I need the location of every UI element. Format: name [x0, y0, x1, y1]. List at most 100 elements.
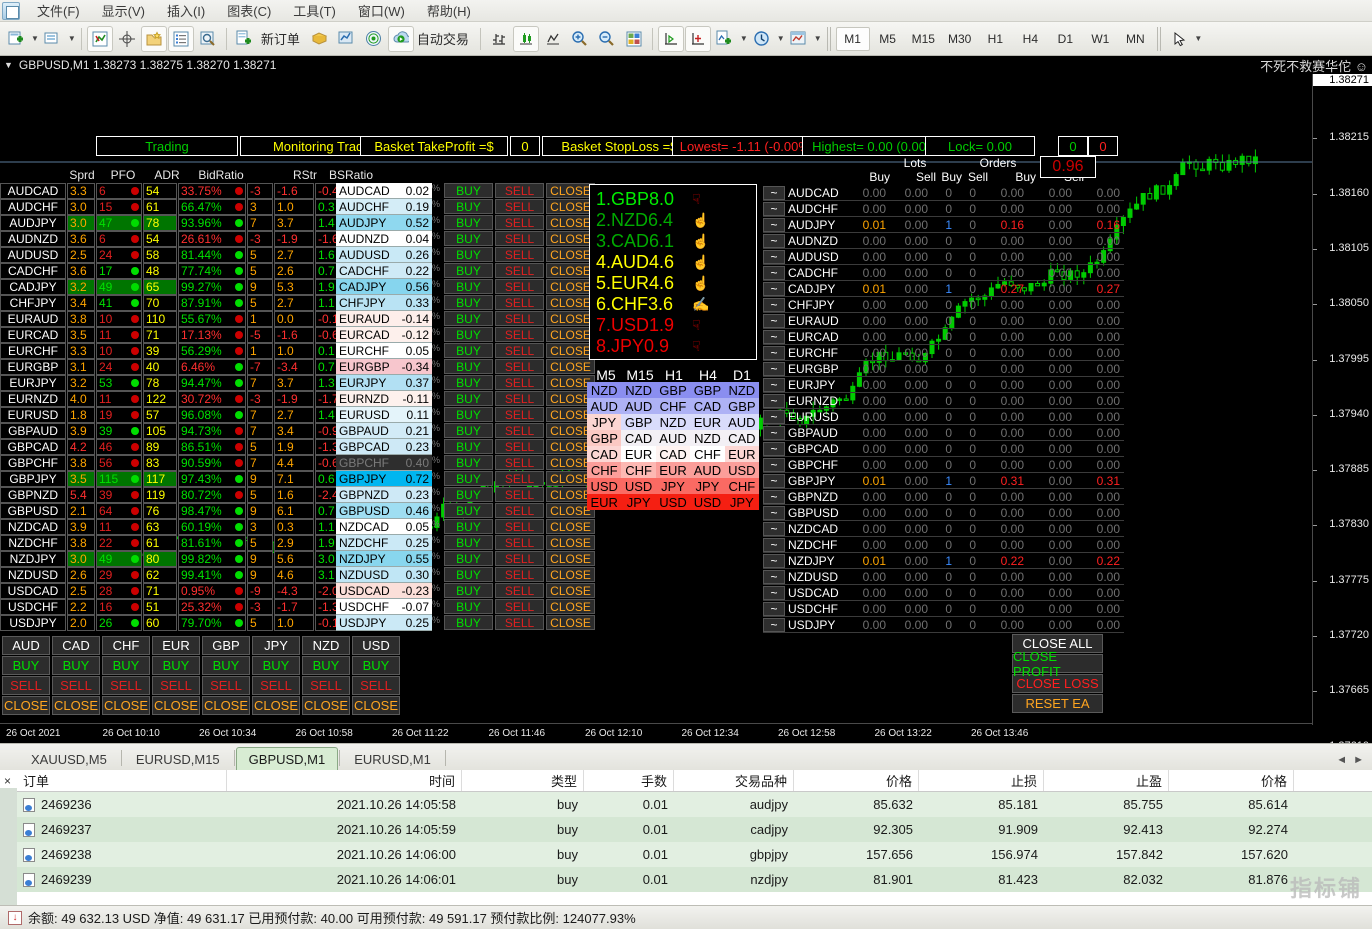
timeframe-mn[interactable]: MN: [1118, 27, 1152, 51]
orders-row[interactable]: ~ USDCHF 0.00 0.00 0 0 0.00 0.00 0.00: [763, 601, 1124, 617]
orders-toggle-icon[interactable]: ~: [763, 233, 785, 248]
zoom-out-icon[interactable]: [594, 26, 620, 52]
row-sell-button[interactable]: SELL: [495, 375, 544, 390]
row-sell-button[interactable]: SELL: [495, 615, 544, 630]
ea-header-cell[interactable]: 0: [510, 136, 540, 156]
analytics-row[interactable]: EURCHF 3.3 10 39 56.29% 1 1.0 0.1: [0, 343, 376, 359]
orders-toggle-icon[interactable]: ~: [763, 505, 785, 520]
row-close-button[interactable]: CLOSE: [546, 327, 595, 342]
row-sell-button[interactable]: SELL: [495, 551, 544, 566]
add-indicator-icon[interactable]: [712, 26, 738, 52]
orders-toggle-icon[interactable]: ~: [763, 617, 785, 632]
menu-item-view[interactable]: 显示(V): [91, 0, 156, 22]
row-sell-button[interactable]: SELL: [495, 583, 544, 598]
orders-toggle-icon[interactable]: ~: [763, 185, 785, 200]
analytics-row[interactable]: AUDCHF 3.0 15 61 66.47% 3 1.0 0.3: [0, 199, 376, 215]
currency-buy-eur[interactable]: BUY: [152, 656, 200, 675]
currency-sell-nzd[interactable]: SELL: [302, 676, 350, 695]
row-sell-button[interactable]: SELL: [495, 567, 544, 582]
row-close-button[interactable]: CLOSE: [546, 183, 595, 198]
orders-column-header[interactable]: 价格: [794, 770, 919, 791]
profiles-icon[interactable]: [40, 26, 66, 52]
orders-row[interactable]: ~ NZDCAD 0.00 0.00 0 0 0.00 0.00 0.00: [763, 521, 1124, 537]
currency-buy-jpy[interactable]: BUY: [252, 656, 300, 675]
orders-toggle-icon[interactable]: ~: [763, 377, 785, 392]
orders-column-header[interactable]: 类型: [462, 770, 584, 791]
row-close-button[interactable]: CLOSE: [546, 311, 595, 326]
orders-toggle-icon[interactable]: ~: [763, 281, 785, 296]
currency-buy-nzd[interactable]: BUY: [302, 656, 350, 675]
orders-toggle-icon[interactable]: ~: [763, 361, 785, 376]
currency-sell-aud[interactable]: SELL: [2, 676, 50, 695]
tile-windows-icon[interactable]: [621, 26, 647, 52]
menu-item-charts[interactable]: 图表(C): [216, 0, 282, 22]
analytics-row[interactable]: AUDNZD 3.6 6 54 26.61% -3 -1.9 -1.6: [0, 231, 376, 247]
currency-sell-chf[interactable]: SELL: [102, 676, 150, 695]
orders-row[interactable]: ~ CADCHF 0.00 0.00 0 0 0.00 0.00 0.00: [763, 265, 1124, 281]
row-buy-button[interactable]: BUY: [444, 375, 493, 390]
orders-toggle-icon[interactable]: ~: [763, 393, 785, 408]
analytics-row[interactable]: USDJPY 2.0 26 60 79.70% 5 1.0 -0.1: [0, 615, 376, 631]
row-close-button[interactable]: CLOSE: [546, 215, 595, 230]
orders-row[interactable]: ~ AUDNZD 0.00 0.00 0 0 0.00 0.00 0.00: [763, 233, 1124, 249]
orders-row[interactable]: ~ NZDJPY 0.01 0.00 1 0 0.22 0.00 0.22: [763, 553, 1124, 569]
menu-item-insert[interactable]: 插入(I): [156, 0, 216, 22]
row-sell-button[interactable]: SELL: [495, 231, 544, 246]
analytics-row[interactable]: GBPCHF 3.8 56 83 90.59% 7 4.4 -0.6: [0, 455, 376, 471]
row-sell-button[interactable]: SELL: [495, 535, 544, 550]
row-close-button[interactable]: CLOSE: [546, 199, 595, 214]
new-chart-icon[interactable]: [3, 26, 29, 52]
row-buy-button[interactable]: BUY: [444, 551, 493, 566]
analytics-row[interactable]: GBPAUD 3.9 39 105 94.73% 7 3.4 -0.9: [0, 423, 376, 439]
orders-column-header[interactable]: 价格: [1169, 770, 1294, 791]
line-chart-icon[interactable]: [540, 26, 566, 52]
currency-buy-chf[interactable]: BUY: [102, 656, 150, 675]
analytics-row[interactable]: AUDJPY 3.0 47 78 93.96% 7 3.7 1.4: [0, 215, 376, 231]
profiles-dropdown-icon[interactable]: ▼: [68, 34, 76, 43]
data-window-icon[interactable]: [167, 25, 194, 52]
navigator-icon[interactable]: [195, 26, 221, 52]
orders-row[interactable]: ~ GBPCAD 0.00 0.00 0 0 0.00 0.00 0.00: [763, 441, 1124, 457]
row-sell-button[interactable]: SELL: [495, 183, 544, 198]
currency-sell-usd[interactable]: SELL: [352, 676, 400, 695]
orders-row[interactable]: ~ AUDUSD 0.00 0.00 0 0 0.00 0.00 0.00: [763, 249, 1124, 265]
currency-sell-eur[interactable]: SELL: [152, 676, 200, 695]
row-buy-button[interactable]: BUY: [444, 519, 493, 534]
chart-collapse-icon[interactable]: ▼: [4, 60, 13, 70]
auto-scroll-icon[interactable]: [684, 25, 711, 52]
row-close-button[interactable]: CLOSE: [546, 279, 595, 294]
analytics-row[interactable]: USDCAD 2.5 28 71 0.95% -9 -4.3 -2.0: [0, 583, 376, 599]
analytics-row[interactable]: EURGBP 3.1 24 40 6.46% -7 -3.4 0.7: [0, 359, 376, 375]
orders-toggle-icon[interactable]: ~: [763, 521, 785, 536]
orders-toggle-icon[interactable]: ~: [763, 425, 785, 440]
orders-toggle-icon[interactable]: ~: [763, 217, 785, 232]
row-buy-button[interactable]: BUY: [444, 503, 493, 518]
row-buy-button[interactable]: BUY: [444, 295, 493, 310]
row-buy-button[interactable]: BUY: [444, 263, 493, 278]
row-buy-button[interactable]: BUY: [444, 535, 493, 550]
templates-icon[interactable]: [786, 26, 812, 52]
row-buy-button[interactable]: BUY: [444, 311, 493, 326]
period-icon[interactable]: [749, 26, 775, 52]
orders-row[interactable]: ~ EURCHF 0.00 0.00 0 0 0.00 0.00 0.00: [763, 345, 1124, 361]
orders-column-header[interactable]: 订单: [17, 770, 227, 791]
orders-row[interactable]: ~ AUDCHF 0.00 0.00 0 0 0.00 0.00 0.00: [763, 201, 1124, 217]
cursor-dropdown-icon[interactable]: ▼: [1194, 34, 1202, 43]
templates-dropdown-icon[interactable]: ▼: [814, 34, 822, 43]
row-buy-button[interactable]: BUY: [444, 423, 493, 438]
analytics-row[interactable]: EURUSD 1.8 19 57 96.08% 7 2.7 1.4: [0, 407, 376, 423]
orders-row[interactable]: ~ GBPJPY 0.01 0.00 1 0 0.31 0.00 0.31: [763, 473, 1124, 489]
timeframe-m1[interactable]: M1: [835, 26, 870, 51]
period-dropdown-icon[interactable]: ▼: [777, 34, 785, 43]
table-row[interactable]: 2469236 2021.10.26 14:05:58 buy 0.01 audjpy 8…: [17, 792, 1372, 817]
currency-close-usd[interactable]: CLOSE: [352, 696, 400, 715]
row-close-button[interactable]: CLOSE: [546, 615, 595, 630]
orders-toggle-icon[interactable]: ~: [763, 601, 785, 616]
analytics-row[interactable]: NZDUSD 2.6 29 62 99.41% 9 4.6 3.1: [0, 567, 376, 583]
orders-column-header[interactable]: 手数: [584, 770, 674, 791]
orders-toggle-icon[interactable]: ~: [763, 201, 785, 216]
chart-area[interactable]: ▼ GBPUSD,M1 1.38273 1.38275 1.38270 1.38…: [0, 56, 1372, 743]
analytics-row[interactable]: EURCAD 3.5 11 71 17.13% -5 -1.6 -0.6: [0, 327, 376, 343]
row-close-button[interactable]: CLOSE: [546, 583, 595, 598]
row-sell-button[interactable]: SELL: [495, 311, 544, 326]
